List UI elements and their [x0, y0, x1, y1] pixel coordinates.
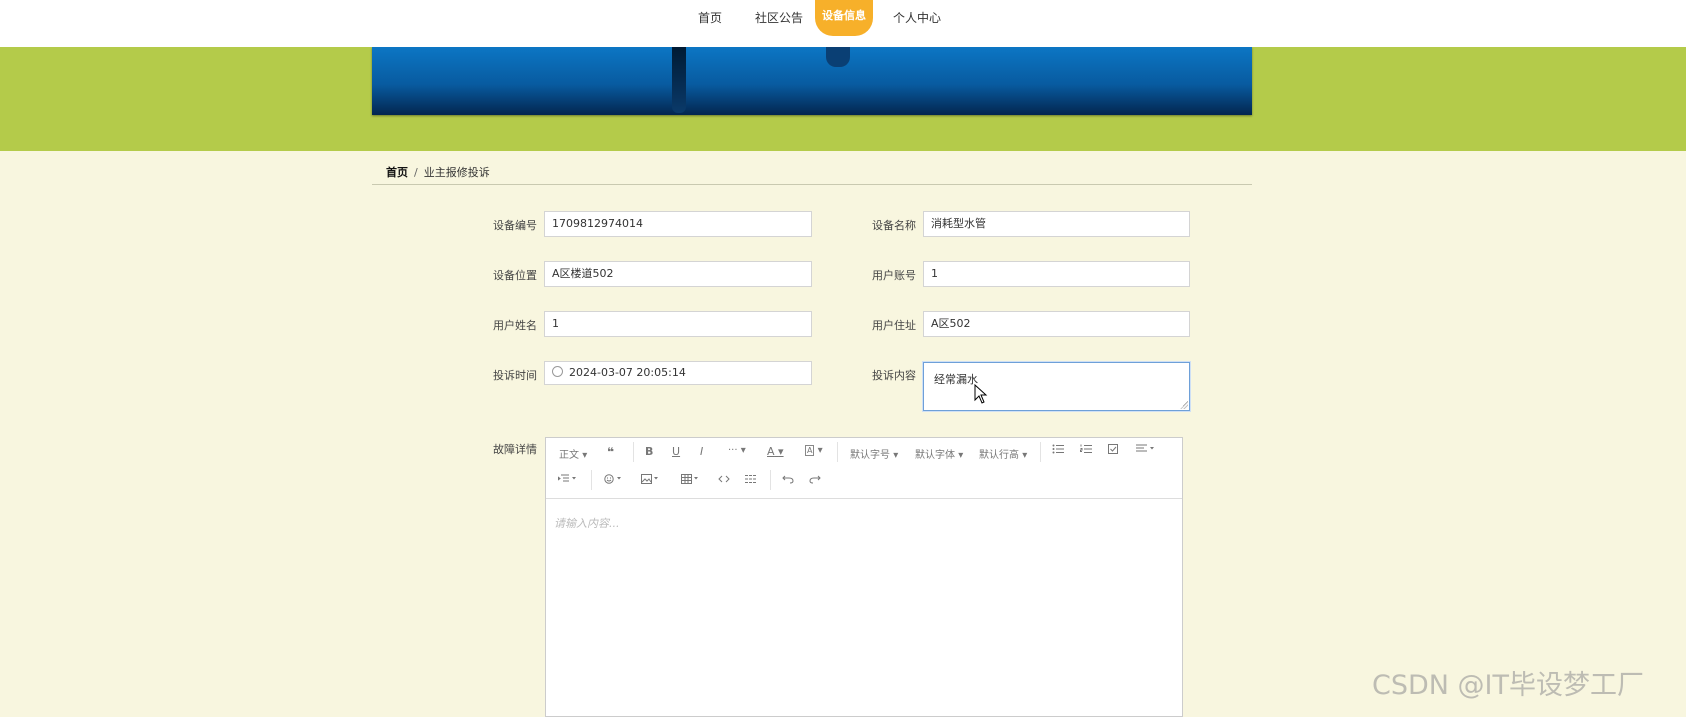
device-name-label: 设备名称 — [872, 219, 916, 232]
table-icon[interactable] — [681, 474, 701, 487]
banner-image — [372, 47, 1252, 115]
emoji-icon[interactable] — [604, 474, 624, 487]
breadcrumb-current: 业主报修投诉 — [423, 166, 490, 179]
image-icon[interactable] — [641, 474, 661, 487]
device-name-input[interactable]: 消耗型水管 — [923, 211, 1190, 237]
italic-icon[interactable]: I — [700, 445, 703, 458]
redo-icon[interactable] — [809, 474, 821, 487]
complaint-content-textarea[interactable]: 经常漏水 — [923, 362, 1190, 411]
complaint-content-label: 投诉内容 — [872, 369, 916, 382]
user-account-input[interactable]: 1 — [923, 261, 1190, 287]
complaint-time-value: 2024-03-07 20:05:14 — [569, 366, 686, 379]
indent-icon[interactable] — [557, 474, 578, 487]
breadcrumb: 首页 / 业主报修投诉 — [386, 164, 490, 180]
align-icon[interactable] — [1136, 444, 1156, 457]
quote-icon[interactable]: ❝ — [607, 445, 614, 459]
bullet-list-icon[interactable] — [1052, 444, 1064, 457]
toolbar-divider — [633, 442, 634, 462]
nav-item-device-info[interactable]: 设备信息 — [815, 0, 873, 36]
editor-toolbar: 正文 ▾ ❝ B U I ··· ▾ A ▾ A ▾ 默认字号 ▾ 默认字体 ▾… — [546, 438, 1182, 499]
nav-item-home[interactable]: 首页 — [698, 9, 722, 26]
device-no-label: 设备编号 — [493, 219, 537, 232]
watermark: CSDN @IT毕设梦工厂 — [1372, 670, 1645, 701]
user-account-label: 用户账号 — [872, 269, 916, 282]
device-location-input[interactable]: A区楼道502 — [544, 261, 812, 287]
top-nav: 首页 社区公告 设备信息 个人中心 — [0, 0, 1686, 47]
undo-icon[interactable] — [782, 474, 794, 487]
breadcrumb-divider — [372, 184, 1252, 185]
code-icon[interactable] — [718, 474, 730, 487]
line-height-select[interactable]: 默认行高 ▾ — [979, 446, 1027, 461]
numbered-list-icon[interactable] — [1080, 444, 1092, 457]
background-color-icon[interactable]: A ▾ — [805, 445, 823, 456]
paragraph-select[interactable]: 正文 ▾ — [559, 446, 587, 461]
clock-icon — [552, 366, 563, 377]
font-family-select[interactable]: 默认字体 ▾ — [915, 446, 963, 461]
todo-checkbox-icon[interactable] — [1108, 444, 1119, 457]
toolbar-divider — [1040, 442, 1041, 462]
device-no-input[interactable]: 1709812974014 — [544, 211, 812, 237]
underline-icon[interactable]: U — [672, 445, 680, 458]
complaint-time-picker[interactable]: 2024-03-07 20:05:14 — [544, 361, 812, 385]
nav-item-announcements[interactable]: 社区公告 — [755, 9, 803, 26]
user-address-input[interactable]: A区502 — [923, 311, 1190, 337]
user-name-input[interactable]: 1 — [544, 311, 812, 337]
editor-placeholder[interactable]: 请输入内容... — [554, 515, 620, 531]
font-color-icon[interactable]: A ▾ — [767, 445, 784, 458]
more-icon[interactable]: ··· ▾ — [728, 445, 746, 456]
toolbar-divider — [770, 470, 771, 490]
banner-figure — [672, 47, 686, 113]
complaint-content-value: 经常漏水 — [934, 373, 978, 386]
banner-figure-2 — [826, 47, 850, 67]
toolbar-divider — [591, 470, 592, 490]
user-name-label: 用户姓名 — [493, 319, 537, 332]
rich-text-editor: 正文 ▾ ❝ B U I ··· ▾ A ▾ A ▾ 默认字号 ▾ 默认字体 ▾… — [545, 437, 1183, 717]
breadcrumb-separator: / — [414, 166, 418, 179]
bold-icon[interactable]: B — [645, 445, 653, 458]
toolbar-divider — [837, 442, 838, 462]
fault-detail-label: 故障详情 — [493, 443, 537, 456]
mouse-cursor-icon — [974, 384, 988, 404]
resize-handle-icon[interactable] — [1180, 401, 1188, 409]
complaint-time-label: 投诉时间 — [493, 369, 537, 382]
user-address-label: 用户住址 — [872, 319, 916, 332]
font-size-select[interactable]: 默认字号 ▾ — [850, 446, 898, 461]
divider-line-icon[interactable] — [745, 474, 757, 487]
device-location-label: 设备位置 — [493, 269, 537, 282]
breadcrumb-home[interactable]: 首页 — [386, 166, 408, 179]
nav-item-personal-center[interactable]: 个人中心 — [893, 9, 941, 26]
